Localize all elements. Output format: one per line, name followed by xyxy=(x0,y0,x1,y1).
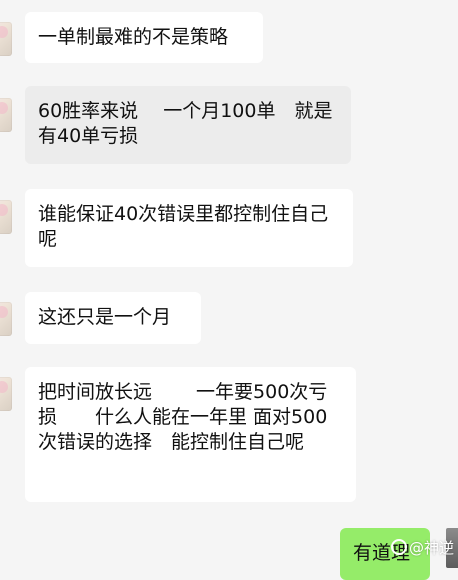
contact-avatar[interactable] xyxy=(0,377,12,411)
message-bubble[interactable]: 把时间放长远 一年要500次亏损 什么人能在一年里 面对500次错误的选择 能控… xyxy=(25,367,356,502)
message-bubble[interactable]: 一单制最难的不是策略 xyxy=(25,12,263,63)
contact-avatar[interactable] xyxy=(0,302,12,336)
watermark: @神逆 xyxy=(390,537,454,558)
contact-avatar[interactable] xyxy=(0,200,12,234)
contact-avatar[interactable] xyxy=(0,98,12,132)
message-bubble[interactable]: 谁能保证40次错误里都控制住自己呢 xyxy=(25,189,353,267)
message-bubble[interactable]: 60胜率来说 一个月100单 就是有40单亏损 xyxy=(25,86,351,164)
contact-avatar[interactable] xyxy=(0,22,12,56)
weibo-icon xyxy=(390,539,407,555)
message-bubble[interactable]: 这还只是一个月 xyxy=(25,292,201,344)
